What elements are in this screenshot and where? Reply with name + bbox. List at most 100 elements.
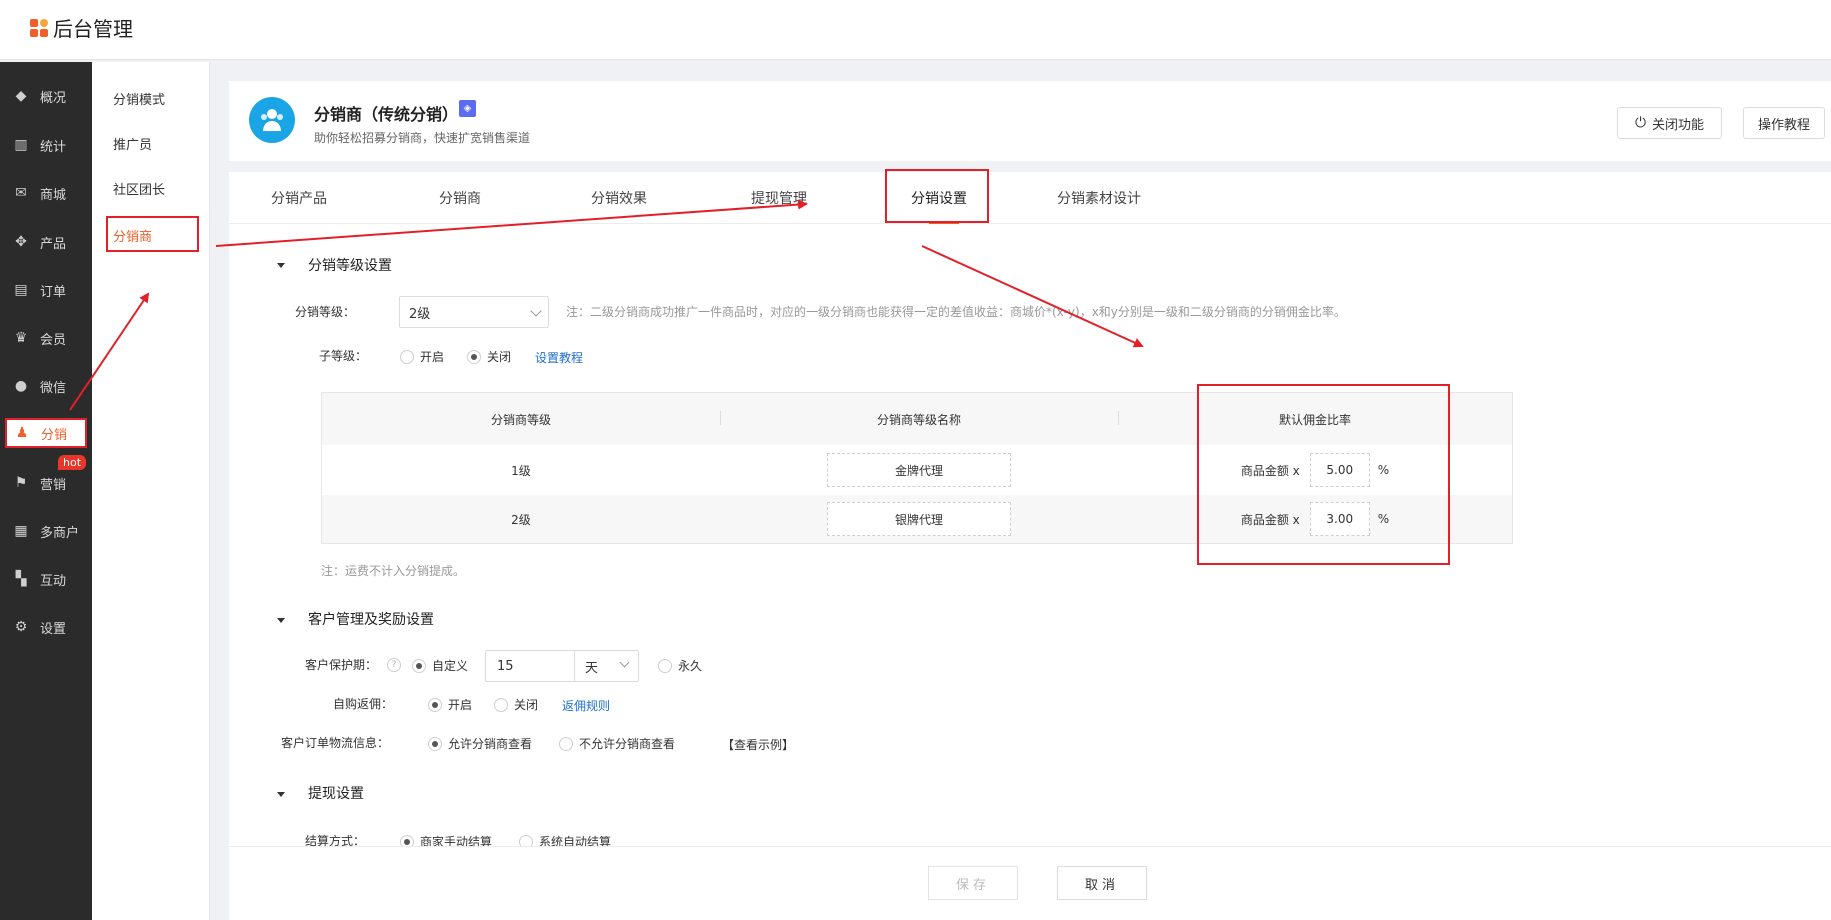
mail-icon: ✉: [15, 185, 27, 201]
sidebar-item-settings[interactable]: ⚙ 设置: [0, 607, 92, 647]
cancel-button[interactable]: 取消: [1057, 866, 1147, 900]
sub-level-on-radio[interactable]: 开启: [400, 348, 444, 365]
tab-products[interactable]: 分销产品: [271, 188, 327, 208]
chevron-down-icon: [530, 305, 542, 317]
radio-label: 开启: [448, 698, 473, 712]
help-icon[interactable]: ?: [387, 658, 401, 672]
protect-forever-radio[interactable]: 永久: [658, 657, 702, 674]
sidebar-item-order[interactable]: ▤ 订单: [0, 270, 92, 310]
sub-sidebar: 分销模式 推广员 社区团长 分销商: [92, 62, 210, 920]
radio-label: 永久: [678, 659, 703, 673]
sidebar-item-label: 产品: [40, 236, 67, 252]
collapse-caret-icon[interactable]: [277, 618, 285, 623]
user-icon: ♟: [15, 425, 29, 441]
flag-icon: ⚑: [14, 475, 28, 491]
level-cell: 2级: [511, 512, 531, 527]
rebate-on-radio[interactable]: 开启: [428, 696, 472, 713]
sidebar-item-mall[interactable]: ✉ 商城: [0, 173, 92, 213]
unit-value: 天: [585, 660, 599, 676]
tab-effect[interactable]: 分销效果: [591, 188, 647, 208]
sidebar-item-product[interactable]: ✥ 产品: [0, 222, 92, 262]
submenu-item-community-leader[interactable]: 社区团长: [113, 179, 165, 198]
protect-days-input[interactable]: 15 天: [485, 650, 639, 682]
sub-level-label: 子等级：: [319, 349, 368, 363]
column-header-level: 分销商等级: [490, 412, 551, 427]
view-example-link[interactable]: 【查看示例】: [722, 736, 794, 753]
footer-bar: 保存 取消: [229, 846, 1831, 920]
sub-level-off-radio[interactable]: 关闭: [467, 348, 511, 365]
protect-period-label: 客户保护期：: [305, 658, 378, 672]
tutorial-button[interactable]: 操作教程: [1743, 107, 1825, 139]
sidebar-item-member[interactable]: ♛ 会员: [0, 318, 92, 358]
level-name-input[interactable]: 银牌代理: [827, 502, 1011, 536]
tab-withdraw[interactable]: 提现管理: [751, 188, 807, 208]
protect-days-value: 15: [497, 658, 514, 674]
power-icon: ⏻: [1634, 115, 1647, 131]
sidebar-item-label: 统计: [40, 139, 67, 155]
radio-dot: [400, 349, 414, 364]
unit-select[interactable]: 天: [574, 651, 638, 681]
rebate-rules-link[interactable]: 返佣规则: [562, 697, 610, 714]
close-feature-button[interactable]: ⏻ 关闭功能: [1617, 107, 1722, 139]
sidebar-item-wechat[interactable]: ● 微信: [0, 366, 92, 406]
distributor-avatar-icon: [249, 97, 295, 143]
wechat-icon: ●: [14, 378, 28, 394]
shipping-footnote: 注：运费不计入分销提成。: [321, 564, 466, 578]
radio-dot: [494, 697, 508, 712]
sidebar-item-label: 微信: [40, 380, 67, 396]
vip-tag-icon: ◈: [459, 100, 476, 117]
tab-materials[interactable]: 分销素材设计: [1057, 188, 1141, 208]
logistics-deny-radio[interactable]: 不允许分销商查看: [559, 735, 675, 752]
protect-custom-radio[interactable]: 自定义: [412, 657, 468, 674]
page-subtitle: 助你轻松招募分销商，快速扩宽销售渠道: [314, 131, 531, 145]
close-feature-label: 关闭功能: [1652, 117, 1705, 133]
main-sidebar: ◆ 概况 ▥ 统计 ✉ 商城 ✥ 产品 ▤ 订单 ♛ 会员 ● 微信 ♟ 分销 ⚑ 营销 ▦ 多商户…: [0, 62, 92, 920]
tab-distributors[interactable]: 分销商: [439, 188, 481, 208]
radio-label: 自定义: [432, 659, 469, 673]
level-note: 注：二级分销商成功推广一件商品时，对应的一级分销商也能获得一定的差值收益：商城价…: [566, 305, 1346, 319]
logistics-allow-radio[interactable]: 允许分销商查看: [428, 735, 532, 752]
chart-icon: ▥: [14, 137, 28, 153]
radio-label: 关闭: [514, 698, 539, 712]
sidebar-item-label: 互动: [40, 573, 67, 589]
sidebar-item-label: 商城: [40, 187, 67, 203]
order-icon: ▤: [14, 282, 28, 298]
crown-icon: ♛: [14, 330, 28, 346]
radio-dot: [428, 697, 442, 712]
sidebar-item-label: 营销: [40, 477, 67, 493]
apps-icon: ▚: [15, 571, 27, 587]
app-title: 后台管理: [53, 17, 133, 41]
setup-tutorial-link[interactable]: 设置教程: [535, 349, 583, 366]
sidebar-item-multi-merchant[interactable]: ▦ 多商户: [0, 511, 92, 551]
radio-dot: [412, 658, 426, 673]
submenu-item-distributor[interactable]: 分销商: [106, 216, 199, 252]
name-cell: 银牌代理: [720, 495, 1118, 543]
sidebar-item-interaction[interactable]: ▚ 互动: [0, 559, 92, 599]
level-select[interactable]: 2级: [399, 296, 549, 328]
annotation-box-tab: [885, 169, 989, 223]
radio-dot: [428, 736, 442, 751]
sidebar-item-overview[interactable]: ◆ 概况: [0, 76, 92, 116]
store-icon: ▦: [14, 523, 28, 539]
level-select-value: 2级: [409, 306, 431, 322]
settings-card: 分销产品 分销商 分销效果 提现管理 分销设置 分销素材设计 分销等级设置 分销…: [229, 169, 1831, 920]
sidebar-item-label: 分销: [41, 427, 68, 443]
radio-dot: [559, 736, 573, 751]
rebate-off-radio[interactable]: 关闭: [494, 696, 538, 713]
grid-icon: ✥: [15, 234, 27, 250]
collapse-caret-icon[interactable]: [277, 792, 285, 797]
name-cell: 金牌代理: [720, 445, 1118, 495]
sidebar-item-stats[interactable]: ▥ 统计: [0, 125, 92, 165]
submenu-item-mode[interactable]: 分销模式: [113, 89, 165, 108]
level-cell: 1级: [511, 463, 531, 478]
radio-label: 不允许分销商查看: [579, 737, 676, 751]
save-button[interactable]: 保存: [928, 866, 1018, 900]
page-title: 分销商（传统分销）: [314, 105, 459, 124]
sidebar-item-label: 设置: [40, 621, 67, 637]
tab-bar: 分销产品 分销商 分销效果 提现管理 分销设置 分销素材设计: [229, 169, 1831, 224]
level-name-input[interactable]: 金牌代理: [827, 453, 1011, 487]
collapse-caret-icon[interactable]: [277, 263, 285, 268]
level-label: 分销等级：: [295, 305, 356, 319]
submenu-item-promoter[interactable]: 推广员: [113, 134, 152, 153]
sidebar-item-distribution[interactable]: ♟ 分销: [5, 418, 87, 448]
